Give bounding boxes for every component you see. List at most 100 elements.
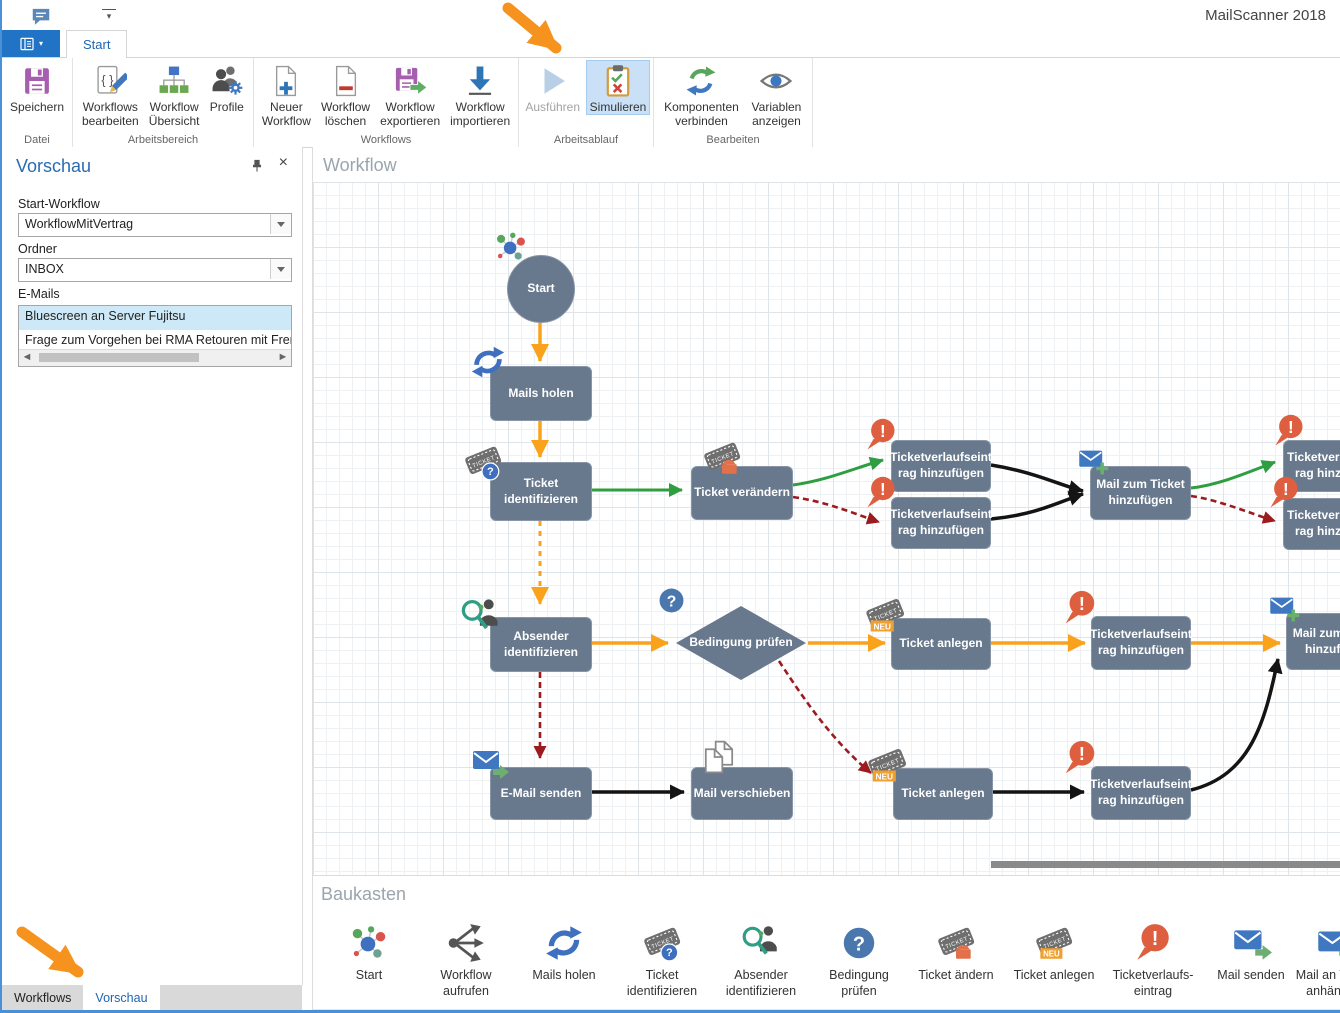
ticket-change-icon — [935, 922, 977, 964]
ribbon-group-datei: Speichern Datei — [2, 58, 73, 147]
horizontal-scrollbar[interactable]: ◄ ► — [19, 349, 291, 366]
toolbox-item-bedingung-pruefen[interactable]: Bedingung prüfen — [811, 922, 907, 1000]
workflow-node-absender-identifizieren[interactable]: Absender identifizieren — [490, 617, 592, 672]
toolbox-panel: Baukasten Start Workflow aufrufen Mails … — [312, 875, 1340, 1010]
save-button[interactable]: Speichern — [6, 60, 68, 115]
email-list: Bluescreen an Server Fujitsu Frage zum V… — [18, 305, 292, 367]
toolbox-item-workflow-aufrufen[interactable]: Workflow aufrufen — [418, 922, 514, 1000]
edit-workflows-button[interactable]: Workflows bearbeiten — [78, 60, 143, 130]
workflow-node-ticketverlaufseintrag[interactable]: Ticketverlaufseint rag hinzufügen — [891, 497, 991, 549]
delete-workflow-icon — [329, 64, 363, 98]
profiles-icon — [210, 64, 244, 98]
toolbox-item-ticket-aendern[interactable]: Ticket ändern — [908, 922, 1004, 983]
ticket-question-icon — [641, 922, 683, 964]
mail-send-icon — [1230, 922, 1272, 964]
workflow-node-ticketverlaufseintrag[interactable]: Ticketverlaufseint rag hinzufügen — [891, 440, 991, 492]
workflow-node-ticket-veraendern[interactable]: Ticket verändern — [691, 466, 793, 520]
window-border-left — [0, 0, 2, 1013]
folder-select[interactable]: INBOX — [18, 258, 292, 282]
group-label-arbeitsbereich: Arbeitsbereich — [73, 134, 253, 146]
workflow-overview-icon — [157, 64, 191, 98]
ribbon-tab-row: ▾ Start — [2, 30, 1340, 58]
show-variables-eye-icon — [759, 64, 793, 98]
ribbon-group-workflows: Neuer Workflow Workflow löschen Workflow… — [254, 58, 519, 147]
scroll-left-icon[interactable]: ◄ — [19, 350, 35, 365]
workflow-node-ticketverlaufseintrag[interactable]: Ticketverlaufseint rag hinzufügen — [1283, 440, 1340, 492]
workflow-node-email-senden[interactable]: E-Mail senden — [490, 767, 592, 820]
edge — [793, 460, 883, 485]
import-workflow-button[interactable]: Workflow importieren — [446, 60, 514, 130]
workflow-node-start[interactable]: Start — [507, 255, 575, 323]
mail-plus-icon — [1313, 922, 1340, 964]
new-workflow-button[interactable]: Neuer Workflow — [258, 60, 315, 130]
application-menu-button[interactable]: ▾ — [2, 30, 60, 57]
window-title: MailScanner 2018 — [1205, 7, 1326, 24]
toolbox-item-ticket-anlegen[interactable]: Ticket anlegen — [1006, 922, 1102, 983]
workflow-node-mail-zum-ticket[interactable]: Mail zum Ticket hinzufügen — [1286, 613, 1340, 670]
workflow-node-mail-zum-ticket[interactable]: Mail zum Ticket hinzufügen — [1090, 466, 1191, 520]
toolbox-item-absender-identifizieren[interactable]: Absender identifizieren — [713, 922, 809, 1000]
edge — [1191, 496, 1275, 521]
group-label-arbeitsablauf: Arbeitsablauf — [519, 134, 653, 146]
edit-workflows-icon — [93, 64, 127, 98]
workflow-node-ticket-identifizieren[interactable]: Ticket identifizieren — [490, 462, 592, 521]
toolbox-item-mail-senden[interactable]: Mail senden — [1203, 922, 1299, 983]
history-exclamation-icon — [1132, 922, 1174, 964]
tab-vorschau[interactable]: Vorschau — [83, 985, 159, 1010]
new-workflow-icon — [269, 64, 303, 98]
group-label-workflows: Workflows — [254, 134, 518, 146]
fetch-mails-refresh-icon — [543, 922, 585, 964]
workflow-node-ticketverlaufseintrag[interactable]: Ticketverlaufseint rag hinzufügen — [1091, 766, 1191, 820]
workflow-node-mails-holen[interactable]: Mails holen — [490, 366, 592, 421]
chevron-down-icon: ▾ — [39, 39, 43, 48]
start-workflow-label: Start-Workflow — [18, 197, 100, 211]
quick-access-dropdown-icon[interactable]: ▾ — [102, 9, 116, 22]
preview-panel-title: Vorschau — [16, 156, 91, 177]
canvas-horizontal-scrollbar-thumb[interactable] — [991, 861, 1340, 868]
simulate-clipboard-icon — [601, 64, 635, 98]
delete-workflow-button[interactable]: Workflow löschen — [317, 60, 374, 130]
pin-icon[interactable] — [250, 159, 264, 173]
group-label-bearbeiten: Bearbeiten — [654, 134, 812, 146]
show-variables-button[interactable]: Variablen anzeigen — [746, 60, 807, 130]
connect-components-button[interactable]: Komponenten verbinden — [659, 60, 744, 130]
group-label-datei: Datei — [2, 134, 72, 146]
workflow-node-mail-verschieben[interactable]: Mail verschieben — [691, 767, 793, 820]
workflow-node-ticketverlaufseintrag[interactable]: Ticketverlaufseint rag hinzufügen — [1283, 498, 1340, 550]
app-icon[interactable] — [30, 5, 52, 27]
title-bar: ▾ MailScanner 2018 — [2, 0, 1340, 30]
workflow-node-ticket-anlegen[interactable]: Ticket anlegen — [891, 618, 991, 670]
call-workflow-icon — [445, 922, 487, 964]
workflow-canvas-title: Workflow — [323, 155, 397, 176]
workflow-overview-button[interactable]: Workflow Übersicht — [145, 60, 204, 130]
ticket-new-icon — [1033, 922, 1075, 964]
edge — [793, 497, 879, 522]
run-button[interactable]: Ausführen — [522, 60, 584, 115]
workflow-node-ticketverlaufseintrag[interactable]: Ticketverlaufseint rag hinzufügen — [1091, 616, 1191, 670]
workflow-canvas[interactable]: Workflow — [312, 147, 1340, 875]
workflow-node-ticket-anlegen[interactable]: Ticket anlegen — [893, 768, 993, 820]
start-workflow-select[interactable]: WorkflowMitVertrag — [18, 213, 292, 237]
chevron-down-icon[interactable] — [270, 259, 291, 279]
close-icon[interactable]: × — [279, 155, 288, 171]
toolbox-item-mail-anhaengen[interactable]: Mail an Ticket anhängen — [1286, 922, 1340, 1000]
toolbox-item-start[interactable]: Start — [321, 922, 417, 983]
scroll-right-icon[interactable]: ► — [275, 350, 291, 365]
ribbon-group-bearbeiten: Komponenten verbinden Variablen anzeigen… — [654, 58, 813, 147]
toolbox-item-mails-holen[interactable]: Mails holen — [516, 922, 612, 983]
toolbox-item-ticketverlaufseintrag[interactable]: Ticketverlaufs- eintrag — [1105, 922, 1201, 1000]
tab-start[interactable]: Start — [66, 30, 127, 58]
simulate-button[interactable]: Simulieren — [586, 60, 651, 115]
question-circle-icon — [838, 922, 880, 964]
email-list-item[interactable]: Bluescreen an Server Fujitsu — [19, 306, 291, 330]
workflow-node-bedingung-pruefen[interactable]: Bedingung prüfen — [676, 606, 806, 680]
import-workflow-icon — [463, 64, 497, 98]
edge — [1191, 659, 1278, 790]
sender-search-icon — [740, 922, 782, 964]
export-workflow-button[interactable]: Workflow exportieren — [376, 60, 444, 130]
toolbox-item-ticket-identifizieren[interactable]: Ticket identifizieren — [614, 922, 710, 1000]
scrollbar-thumb[interactable] — [39, 353, 199, 362]
profiles-button[interactable]: Profile — [206, 60, 248, 115]
chevron-down-icon[interactable] — [270, 214, 291, 234]
tab-workflows[interactable]: Workflows — [2, 985, 83, 1010]
